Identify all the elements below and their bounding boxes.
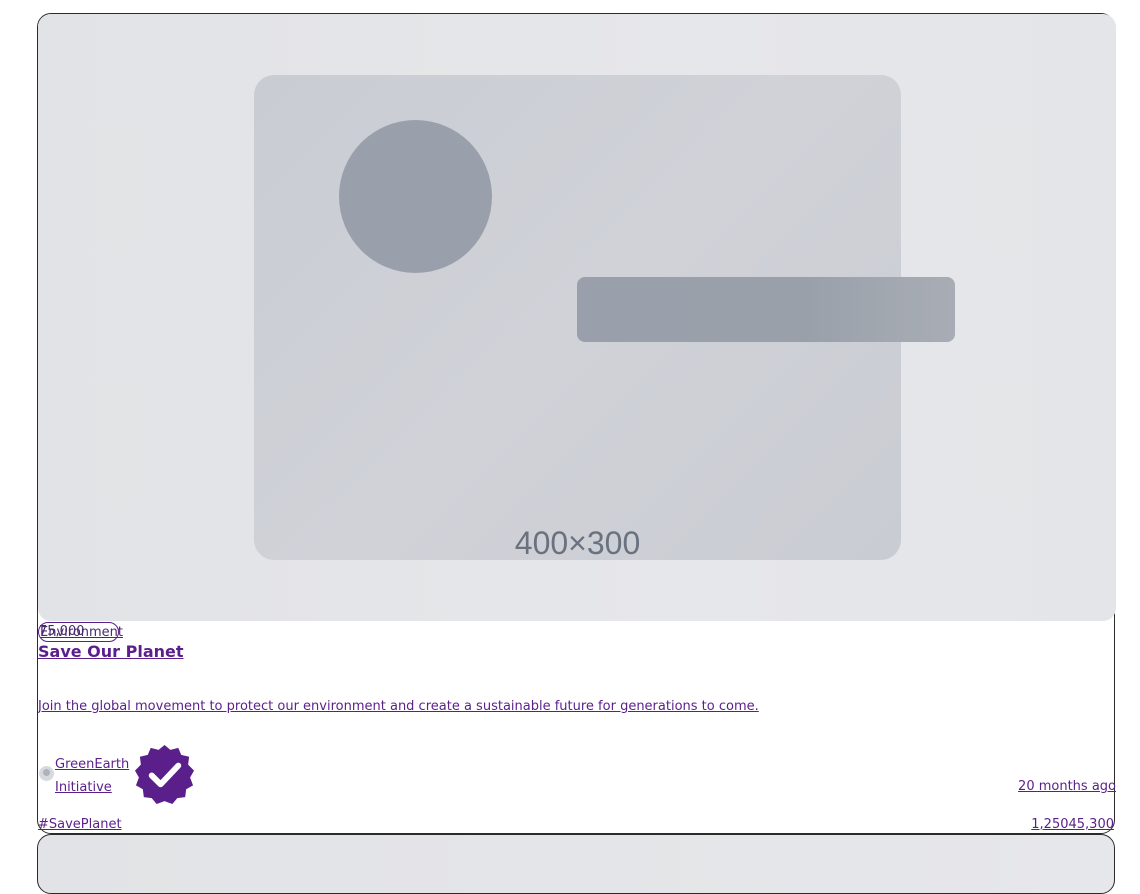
card-meta-row: Environment 75,000 [38,622,238,644]
campaign-image[interactable]: 400×300 [38,14,1116,621]
placeholder-bar [577,277,955,342]
placeholder-frame: 400×300 [254,75,955,561]
verified-badge-icon [134,744,195,805]
hashtag-link[interactable]: #SavePlanet [38,817,122,832]
card-title[interactable]: Save Our Planet [38,642,184,661]
engagement-stats[interactable]: 1,25045,300 [1031,817,1114,832]
placeholder-circle [339,120,492,273]
author-name[interactable]: GreenEarth Initiative [55,753,133,799]
post-time[interactable]: 20 months ago [1018,779,1116,794]
author-row: GreenEarth Initiative 20 months ago [38,742,1116,806]
placeholder-dimensions: 400×300 [514,525,641,561]
campaign-card[interactable]: 400×300 Environment 75,000 Save Our Plan… [37,13,1116,834]
card-description[interactable]: Join the global movement to protect our … [38,699,759,714]
goal-amount: 75,000 [39,624,85,639]
next-campaign-card[interactable] [37,834,1115,894]
avatar[interactable] [39,766,54,781]
